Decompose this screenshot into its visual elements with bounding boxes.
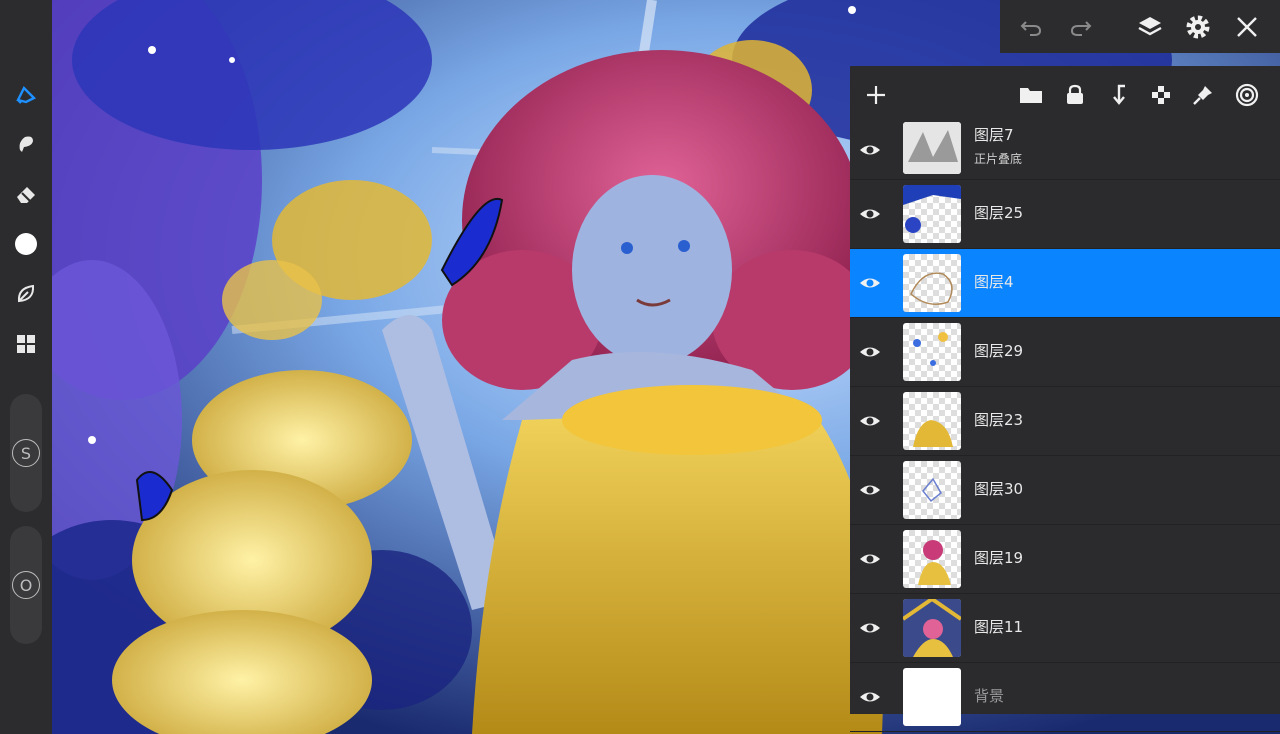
leaf-tool[interactable] — [6, 276, 46, 312]
close-icon — [1237, 17, 1257, 37]
layer-thumbnail — [903, 461, 961, 519]
layer-thumbnail — [903, 323, 961, 381]
merge-down-button[interactable] — [1102, 78, 1136, 112]
layer-row[interactable]: 图层11 — [850, 594, 1280, 663]
layer-name: 图层19 — [974, 549, 1024, 567]
layer-row-background[interactable]: 背景 — [850, 663, 1280, 732]
layer-row[interactable]: 图层30 — [850, 456, 1280, 525]
layer-blend-mode: 正片叠底 — [974, 152, 1023, 166]
layer-thumbnail — [903, 668, 961, 726]
close-button[interactable] — [1228, 8, 1266, 46]
eye-icon[interactable] — [858, 409, 882, 433]
thumbnail-art — [903, 599, 961, 657]
thumbnail-art — [913, 420, 953, 447]
layer-name: 图层7 — [974, 126, 1014, 144]
layer-row-selected[interactable]: 图层4 — [850, 249, 1280, 318]
undo-icon — [1020, 21, 1042, 36]
pin-button[interactable] — [1186, 78, 1220, 112]
undo-button[interactable] — [1012, 8, 1050, 46]
layer-name: 图层25 — [974, 204, 1024, 222]
folder-button[interactable] — [1014, 78, 1048, 112]
eye-icon[interactable] — [858, 685, 882, 709]
eraser-icon — [17, 187, 35, 203]
opacity-slider[interactable]: O — [10, 526, 42, 644]
layer-thumbnail — [903, 185, 961, 243]
smudge-tool[interactable] — [6, 126, 46, 162]
size-slider[interactable]: S — [10, 394, 42, 512]
layer-name: 图层30 — [974, 480, 1024, 498]
smudge-icon — [19, 136, 33, 152]
layer-thumbnail — [903, 530, 961, 588]
layer-row[interactable]: 图层7 正片叠底 — [850, 122, 1280, 180]
thumbnail-art — [918, 540, 951, 585]
eye-icon[interactable] — [858, 271, 882, 295]
layer-thumbnail — [903, 599, 961, 657]
thumbnail-art — [903, 185, 961, 233]
layers-toolbar — [850, 66, 1280, 122]
eye-icon[interactable] — [858, 616, 882, 640]
eye-icon[interactable] — [858, 547, 882, 571]
layer-name: 图层11 — [974, 618, 1024, 636]
layers-button[interactable] — [1131, 8, 1169, 46]
color-circle-icon — [15, 233, 37, 255]
layer-thumbnail — [903, 122, 961, 174]
redo-icon — [1070, 21, 1092, 36]
lock-icon — [1067, 84, 1083, 104]
size-slider-label: S — [12, 439, 40, 467]
layers-icon — [1138, 17, 1162, 36]
grid-icon — [17, 335, 35, 353]
layer-name: 图层4 — [974, 273, 1014, 291]
color-swatch[interactable] — [6, 226, 46, 262]
redo-button[interactable] — [1062, 8, 1100, 46]
thumbnail-art — [913, 332, 948, 366]
layer-thumbnail — [903, 392, 961, 450]
leaf-icon — [17, 284, 35, 303]
brush-icon — [16, 85, 37, 104]
thumbnail-art — [903, 122, 961, 174]
layer-row[interactable]: 图层29 — [850, 318, 1280, 387]
layers-panel: 图层7 正片叠底 图层25 图层4 图层29 图层23 图层30 图层19 图层… — [850, 66, 1280, 732]
gear-icon — [1186, 15, 1210, 39]
brush-tool[interactable] — [6, 76, 46, 112]
target-button[interactable] — [1230, 78, 1264, 112]
add-layer-button[interactable] — [859, 78, 893, 112]
thumbnail-art — [910, 272, 953, 305]
merge-down-icon — [1113, 84, 1125, 105]
transparency-button[interactable] — [1144, 78, 1178, 112]
layer-row[interactable]: 图层25 — [850, 180, 1280, 249]
eye-icon[interactable] — [858, 478, 882, 502]
transparency-icon — [1152, 86, 1170, 104]
add-icon — [867, 86, 885, 104]
layer-thumbnail — [903, 254, 961, 312]
eye-icon[interactable] — [858, 340, 882, 364]
layer-name: 图层23 — [974, 411, 1024, 429]
eraser-tool[interactable] — [6, 176, 46, 212]
left-toolbar: S O — [0, 0, 52, 734]
layer-name: 图层29 — [974, 342, 1024, 360]
layer-row[interactable]: 图层19 — [850, 525, 1280, 594]
top-toolbar — [1000, 0, 1280, 53]
thumbnail-art — [922, 477, 942, 503]
pin-icon — [1193, 86, 1212, 105]
settings-button[interactable] — [1179, 8, 1217, 46]
lock-button[interactable] — [1058, 78, 1092, 112]
folder-icon — [1020, 88, 1042, 103]
layer-row[interactable]: 图层23 — [850, 387, 1280, 456]
layer-list: 图层7 正片叠底 图层25 图层4 图层29 图层23 图层30 图层19 图层… — [850, 122, 1280, 732]
eye-icon[interactable] — [858, 202, 882, 226]
layer-name: 背景 — [974, 687, 1005, 705]
target-icon — [1235, 83, 1259, 107]
eye-icon[interactable] — [858, 138, 882, 162]
opacity-slider-label: O — [12, 571, 40, 599]
grid-tool[interactable] — [6, 326, 46, 362]
